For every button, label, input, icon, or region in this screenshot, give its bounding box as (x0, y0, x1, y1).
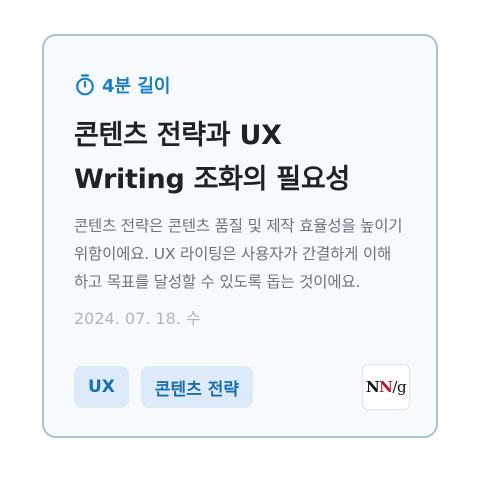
read-time-label: 4분 길이 (102, 76, 171, 97)
article-title[interactable]: 콘텐츠 전략과 UX Writing 조화의 필요성 (74, 114, 414, 202)
article-date: 2024. 07. 18. 수 (74, 309, 201, 328)
nngroup-logo: N N / g (362, 364, 410, 410)
stopwatch-icon (74, 73, 96, 97)
tag-content-strategy[interactable]: 콘텐츠 전략 (140, 366, 254, 408)
tag-list: UX 콘텐츠 전략 (74, 366, 254, 408)
article-title-line2: Writing 조화의 필요성 (74, 164, 350, 195)
tag-ux[interactable]: UX (74, 366, 129, 408)
read-time: 4분 길이 (74, 72, 170, 98)
article-title-line1: 콘텐츠 전략과 UX (74, 120, 282, 151)
article-card[interactable]: 4분 길이 콘텐츠 전략과 UX Writing 조화의 필요성 콘텐츠 전략은… (42, 34, 438, 438)
article-description: 콘텐츠 전략은 콘텐츠 품질 및 제작 효율성을 높이기 위함이에요. UX 라… (74, 217, 403, 291)
